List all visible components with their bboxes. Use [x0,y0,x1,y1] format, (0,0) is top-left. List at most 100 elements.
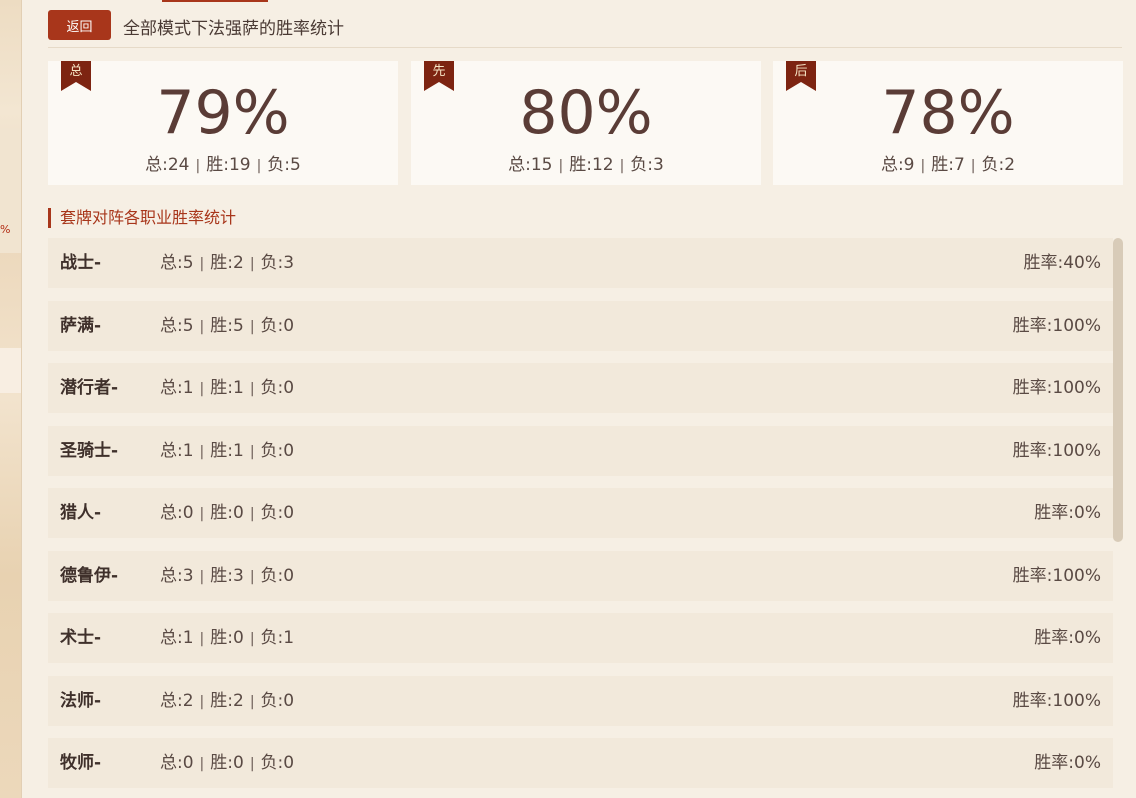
class-win-rate: 胜率:100% [1012,690,1101,711]
left-strip-mark: % [0,223,11,236]
class-counts: 总:1 | 胜:1 | 负:0 [160,426,294,477]
left-strip-edge [21,0,22,798]
total-count: 总:2 [160,690,194,711]
loss-count: 负:0 [260,565,295,586]
loss-count: 负:0 [260,315,295,336]
win-count: 胜:3 [210,565,244,586]
win-count: 胜:19 [206,155,251,175]
class-name: 潜行者- [60,378,119,398]
total-count: 总:1 [160,628,194,648]
total-count: 总:0 [160,503,194,523]
win-count: 胜:2 [210,253,244,273]
separator: | [195,158,201,174]
separator: | [199,506,205,522]
total-count: 总:1 [160,378,194,398]
separator: | [249,693,255,710]
win-count: 胜:1 [210,440,244,461]
separator: | [249,256,255,272]
stat-card-first: 先 80% 总:15 | 胜:12 | 负:3 [411,61,761,185]
total-count: 总:0 [160,753,194,773]
total-count: 总:24 [145,155,190,175]
separator: | [199,443,205,460]
win-count: 胜:0 [210,503,244,523]
class-counts: 总:5 | 胜:5 | 负:0 [160,301,294,352]
stat-card-second: 后 78% 总:9 | 胜:7 | 负:2 [773,61,1123,185]
separator: | [249,756,255,772]
separator: | [249,631,255,647]
total-count: 总:5 [160,315,194,336]
separator: | [199,568,205,585]
win-count: 胜:1 [210,378,244,398]
separator: | [249,568,255,585]
win-count: 胜:5 [210,315,244,336]
stat-summary: 总:15 | 胜:12 | 负:3 [411,150,761,175]
scrollbar-thumb[interactable] [1113,238,1123,542]
class-name: 术士- [60,628,102,648]
loss-count: 负:1 [260,628,295,648]
page: % 返回 全部模式下法强萨的胜率统计 总 79% 总:24 | 胜:19 | 负:5 先… [0,0,1136,798]
class-stats-list: 战士- 总:5 | 胜:2 | 负:3 胜率:40% 萨满- 总:5 | 胜:5 | 负:0 胜… [48,238,1113,798]
class-counts: 总:1 | 胜:1 | 负:0 [160,363,294,414]
loss-count: 负:0 [260,753,295,773]
list-item: 法师- 总:2 | 胜:2 | 负:0 胜率:100% [48,675,1113,727]
win-count: 胜:0 [210,753,244,773]
total-count: 总:3 [160,565,194,586]
loss-count: 负:0 [260,378,295,398]
header: 返回 全部模式下法强萨的胜率统计 [48,10,1122,48]
separator: | [199,256,205,272]
separator: | [249,506,255,522]
total-count: 总:15 [508,155,553,175]
separator: | [249,381,255,397]
list-item: 潜行者- 总:1 | 胜:1 | 负:0 胜率:100% [48,363,1113,413]
class-win-rate: 胜率:100% [1012,440,1101,461]
class-counts: 总:0 | 胜:0 | 负:0 [160,738,294,789]
class-name: 法师- [60,690,102,711]
class-counts: 总:0 | 胜:0 | 负:0 [160,488,294,539]
back-button[interactable]: 返回 [48,10,111,40]
win-count: 胜:0 [210,628,244,648]
separator: | [558,158,564,174]
win-rate-percent: 80% [519,78,653,148]
separator: | [970,158,976,174]
list-item: 牧师- 总:0 | 胜:0 | 负:0 胜率:0% [48,738,1113,788]
class-win-rate: 胜率:100% [1012,315,1101,336]
loss-count: 负:5 [267,155,301,175]
list-item: 术士- 总:1 | 胜:0 | 负:1 胜率:0% [48,613,1113,663]
separator: | [199,756,205,772]
class-counts: 总:2 | 胜:2 | 负:0 [160,676,294,727]
separator: | [199,318,205,335]
class-win-rate: 胜率:0% [1034,628,1101,648]
win-rate-percent: 79% [156,78,290,148]
separator: | [256,158,262,174]
class-win-rate: 胜率:0% [1034,753,1101,773]
separator: | [249,318,255,335]
loss-count: 负:0 [260,690,295,711]
class-win-rate: 胜率:0% [1034,503,1101,523]
win-count: 胜:12 [569,155,614,175]
stat-summary: 总:24 | 胜:19 | 负:5 [48,150,398,175]
total-count: 总:9 [880,155,915,175]
class-name: 牧师- [60,753,102,773]
class-name: 战士- [60,253,102,273]
class-win-rate: 胜率:40% [1023,253,1101,273]
class-name: 圣骑士- [60,440,119,461]
section-title: 套牌对阵各职业胜率统计 [48,208,236,228]
class-name: 德鲁伊- [60,565,119,586]
separator: | [920,158,926,174]
class-win-rate: 胜率:100% [1012,565,1101,586]
loss-count: 负:0 [260,440,295,461]
left-strip-shade [0,348,22,393]
stat-card-overall: 总 79% 总:24 | 胜:19 | 负:5 [48,61,398,185]
list-item: 圣骑士- 总:1 | 胜:1 | 负:0 胜率:100% [48,425,1113,477]
total-count: 总:1 [160,440,194,461]
list-item: 猎人- 总:0 | 胜:0 | 负:0 胜率:0% [48,488,1113,538]
loss-count: 负:0 [260,503,295,523]
separator: | [199,631,205,647]
loss-count: 负:2 [981,155,1016,175]
class-counts: 总:5 | 胜:2 | 负:3 [160,238,294,289]
loss-count: 负:3 [630,155,664,175]
win-count: 胜:2 [210,690,244,711]
list-item: 萨满- 总:5 | 胜:5 | 负:0 胜率:100% [48,300,1113,352]
separator: | [249,443,255,460]
page-title: 全部模式下法强萨的胜率统计 [123,19,344,39]
